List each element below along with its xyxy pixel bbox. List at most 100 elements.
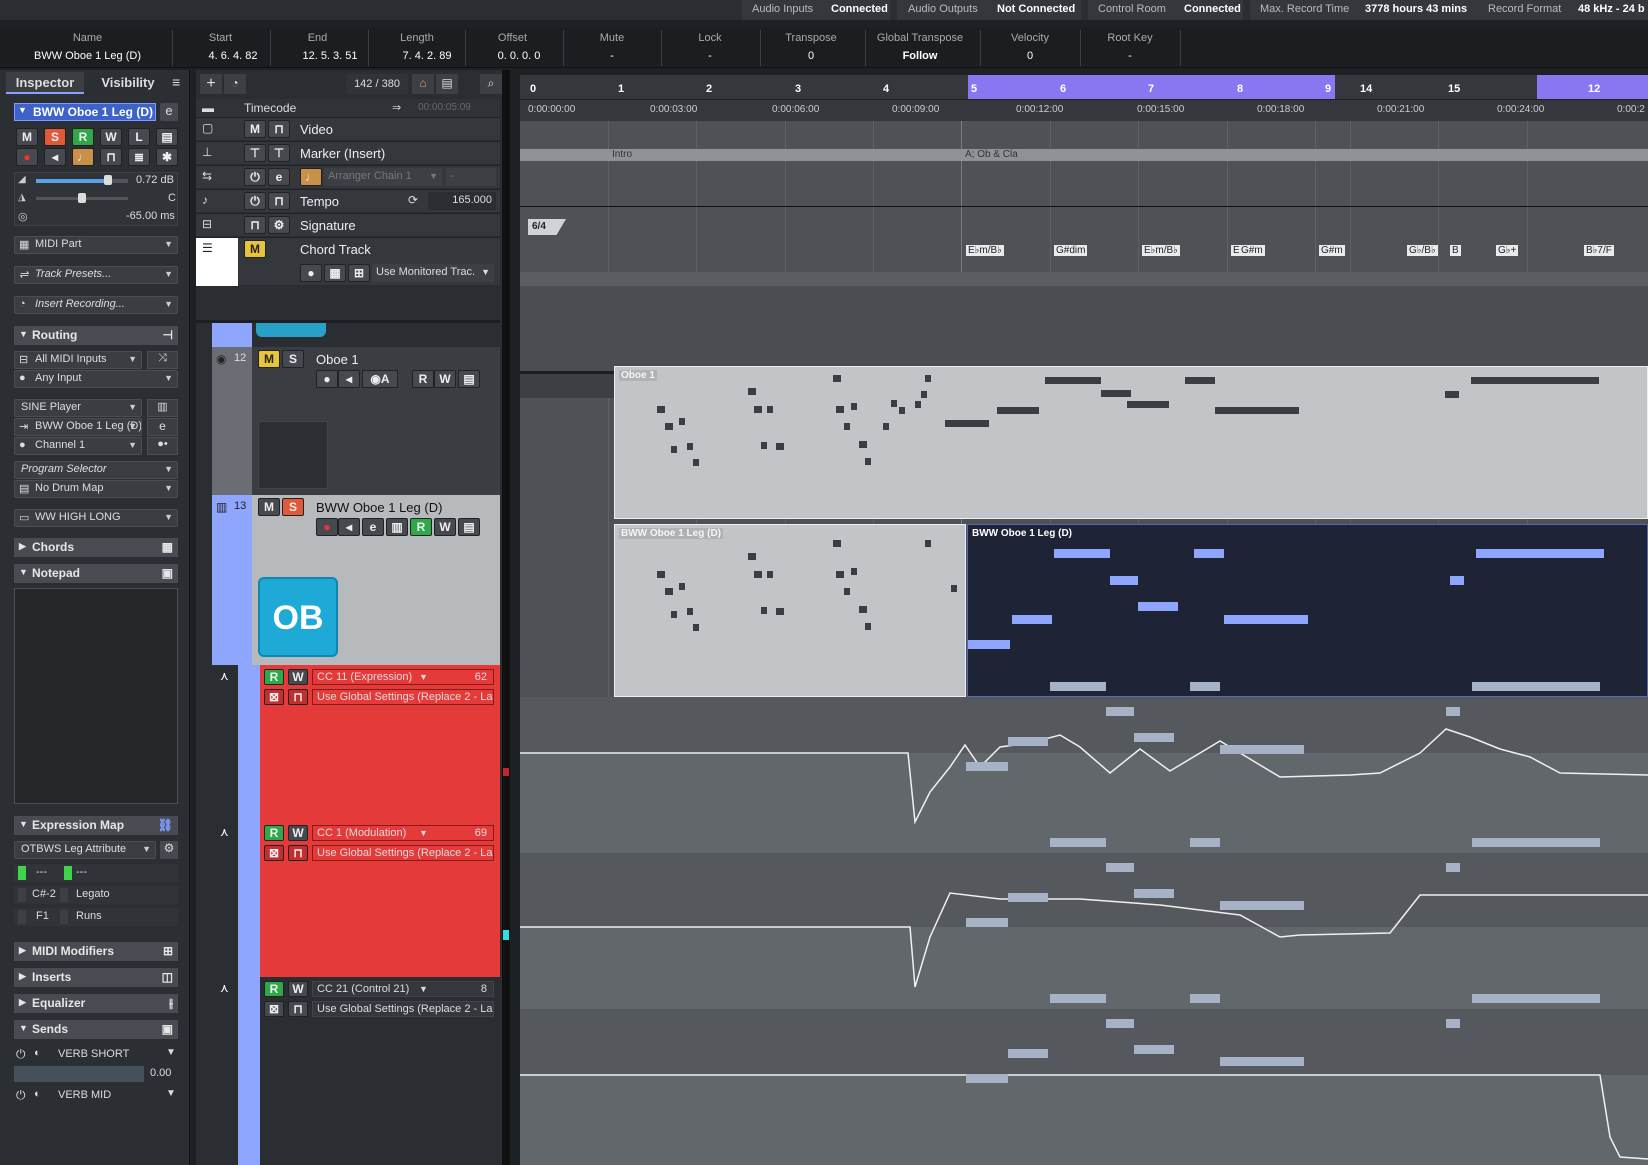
chord-track-name[interactable]: Chord Track [300,242,371,257]
em-row3-key[interactable]: F1 [36,910,49,922]
chord-event-1[interactable]: E♭m/B♭ [966,245,1004,256]
equalizer-section[interactable]: ▶ Equalizer ⫲ [14,994,178,1013]
cc11-parameter-select[interactable]: CC 11 (Expression) ▼ 62 [312,669,494,685]
cc11-clear-icon[interactable]: ⊠ [264,689,284,705]
automation-lane-cc21[interactable]: ⋏ R W CC 21 (Control 21) ▼ 8 ⊠ ⊓ Use Globa… [212,977,500,1165]
bww-write-button[interactable]: W [434,518,456,536]
send1-level-slider[interactable] [14,1066,144,1082]
timecode-arrow-icon[interactable]: ⇒ [392,101,401,114]
video-lock-icon[interactable]: ⊓ [268,120,290,138]
chord-event-9[interactable]: G♭+ [1496,245,1519,256]
oboe1-monitor-icon[interactable]: ◂ [338,370,360,388]
automation-lane-cc1[interactable]: ⋏ R W CC 1 (Modulation) ▼ 69 ⊠ ⊓ Use Globa… [212,821,500,977]
chord-event-10[interactable]: B♭7/F [1584,245,1614,256]
info-lock-value[interactable]: - [661,50,759,62]
expression-map-section[interactable]: ▼ Expression Map ⛓ [14,816,178,835]
tempo-power-icon[interactable]: ⏻ [244,192,266,210]
output-channel-select[interactable]: ● Channel 1 ▼ [14,437,142,455]
midi-part-field[interactable]: ▦ MIDI Part ▼ [14,236,178,254]
midi-part-oboe-1[interactable]: Oboe 1 [614,366,1648,519]
inspector-folder-icon[interactable]: ▤ [156,128,178,146]
inspector-track-name[interactable]: BWW Oboe 1 Leg (D) [14,103,156,121]
chord-event-6[interactable]: G#m [1319,245,1345,256]
send2-power-icon[interactable]: ⏻ [16,1088,26,1103]
record-enable-icon[interactable]: ● [16,148,38,166]
cc1-parameter-select[interactable]: CC 1 (Modulation) ▼ 69 [312,825,494,841]
cc21-parameter-select[interactable]: CC 21 (Control 21) ▼ 8 [312,981,494,997]
bww-record-icon[interactable]: ● [316,518,338,536]
inspector-solo-button[interactable]: S [44,128,66,146]
send1-level[interactable]: 0.00 [150,1067,171,1079]
info-mute-value[interactable]: - [563,50,661,62]
bww-monitor-icon[interactable]: ◂ [338,518,360,536]
marker-a[interactable]: A; Ob & Cla [965,149,1018,160]
em-row2-key[interactable]: C#-2 [32,888,56,900]
chord-event-3[interactable]: E♭m/B♭ [1142,245,1180,256]
project-window[interactable]: Intro A; Ob & Cla 6/4 E♭m/B♭ G#dim E♭m/B… [520,121,1648,1165]
add-track-options-icon[interactable]: ◔ [224,74,246,94]
inspector-mute-button[interactable]: M [16,128,38,146]
chord-record-icon[interactable]: ● [300,264,322,282]
arranger-mode-select[interactable]: - [446,168,496,186]
cc21-write-button[interactable]: W [288,981,308,997]
info-global-transpose-value[interactable]: Follow [865,50,975,62]
marker-track-name[interactable]: Marker (Insert) [300,146,385,161]
cc1-mode-select[interactable]: Use Global Settings (Replace 2 - Last. [312,845,494,861]
automation-lane-cc11[interactable]: ⋏ R W CC 11 (Expression) ▼ 62 ⊠ ⊓ Use Glob… [212,665,500,821]
tempo-track-name[interactable]: Tempo [300,194,339,209]
menu-icon[interactable]: ≡ [172,74,180,90]
list-icon[interactable]: ≣ [128,148,150,166]
insert-recording-field[interactable]: ◔ Insert Recording... ▼ [14,296,178,314]
tab-visibility[interactable]: Visibility [88,72,168,94]
oboe1-name[interactable]: Oboe 1 [316,352,359,367]
chord-event-2[interactable]: G#dim [1054,245,1088,256]
inserts-section[interactable]: ▶ Inserts ◫ [14,968,178,987]
cc1-read-button[interactable]: R [264,825,284,841]
send1-name[interactable]: VERB SHORT [58,1048,129,1060]
em-row2-name[interactable]: Legato [76,888,110,900]
chord-event-5[interactable]: G#m [1239,245,1265,256]
chord-voicings-icon[interactable]: ▦ [324,264,346,282]
instrument-select[interactable]: SINE Player ▼ [14,399,142,417]
cc21-mode-select[interactable]: Use Global Settings (Replace 2 - Last. [312,1001,494,1017]
chord-monitor-select[interactable]: Use Monitored Trac. ▼ [372,264,494,282]
pan-value[interactable]: C [168,192,176,204]
delay-value[interactable]: -65.00 ms [126,210,175,222]
chord-event-8[interactable]: B [1450,245,1461,256]
signature-lock-icon[interactable]: ⊓ [244,216,266,234]
asterisk-icon[interactable]: ✱ [156,148,178,166]
midi-input-select[interactable]: ⊟ All MIDI Inputs ▼ [14,351,142,369]
send1-power-icon[interactable]: ⏻ [16,1047,26,1062]
send2-prefader-icon[interactable]: ◐ [34,1088,41,1100]
cc11-lock-icon[interactable]: ⊓ [288,689,308,705]
add-track-icon[interactable]: + [200,74,222,94]
bww-solo-button[interactable]: S [282,498,304,516]
tempo-sync-icon[interactable]: ⟳ [408,193,418,207]
program-selector[interactable]: Program Selector ▼ [14,461,178,479]
info-name-value[interactable]: BWW Oboe 1 Leg (D) [5,50,170,62]
midi-part-bww-selected[interactable]: BWW Oboe 1 Leg (D) [967,524,1648,697]
timecode-value[interactable]: 00:00:05:09 [418,102,471,113]
info-root-key-value[interactable]: - [1080,50,1180,62]
routing-section[interactable]: ▼ Routing ⊣ [14,326,178,345]
cc1-lock-icon[interactable]: ⊓ [288,845,308,861]
output-track-select[interactable]: ⇥ BWW Oboe 1 Leg (D) ▼ [14,418,142,436]
arranger-power-icon[interactable]: ⏻ [244,168,266,186]
channel-settings-icon[interactable]: ●• [147,437,178,455]
notepad-text-area[interactable] [14,588,178,804]
cc21-clear-icon[interactable]: ⊠ [264,1001,284,1017]
cc11-mode-select[interactable]: Use Global Settings (Replace 2 - Last. [312,689,494,705]
home-icon[interactable]: ⌂ [412,74,434,94]
info-transpose-value[interactable]: 0 [760,50,862,62]
track-presets-field[interactable]: ⇌ Track Presets... ▼ [14,266,178,284]
bww-editor-icon[interactable]: ▤ [458,518,480,536]
volume-slider[interactable] [36,179,128,183]
edit-instrument-icon[interactable]: e [160,103,178,121]
shuffle-icon[interactable]: ⤨ [147,351,178,369]
em-row1-b[interactable]: --- [76,866,87,878]
em-row3-name[interactable]: Runs [76,910,102,922]
info-start-value[interactable]: 4. 6. 4. 82 [178,50,288,62]
arranger-edit-icon[interactable]: e [268,168,290,186]
chord-follow-icon[interactable]: ⊞ [348,264,370,282]
video-track-name[interactable]: Video [300,122,333,137]
